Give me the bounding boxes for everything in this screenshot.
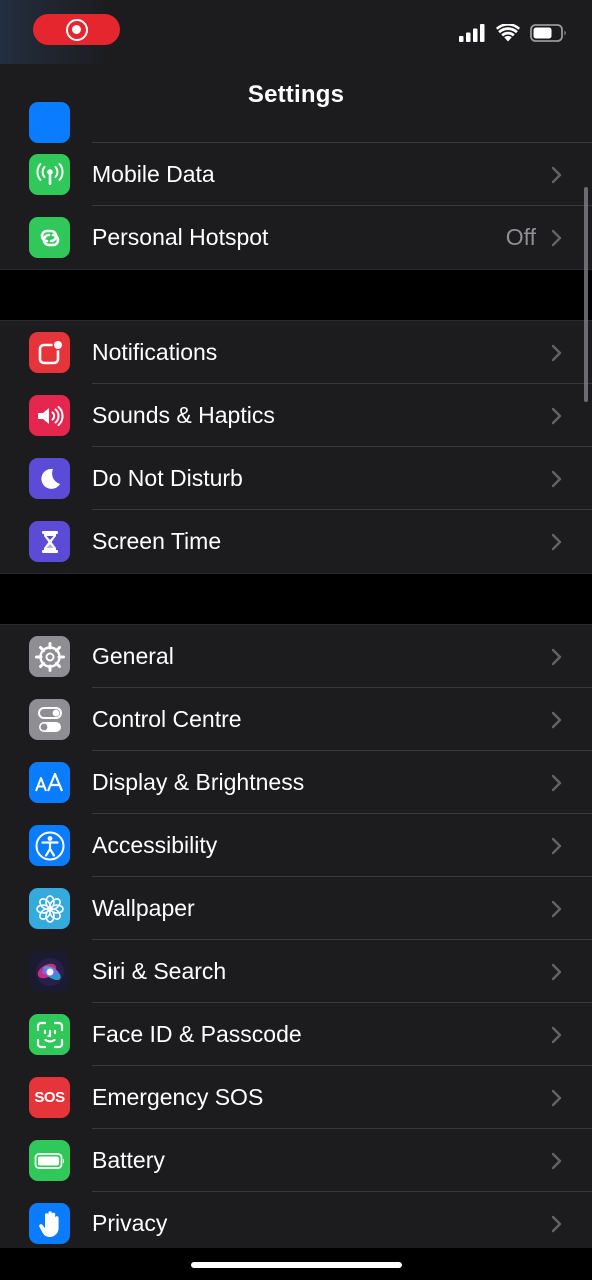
- row-general[interactable]: General: [0, 625, 592, 688]
- battery-level-icon: [29, 1140, 70, 1181]
- chevron-right-icon: [551, 407, 562, 424]
- hotspot-link-icon: [29, 217, 70, 258]
- chevron-right-icon: [551, 774, 562, 791]
- gear-icon: [29, 636, 70, 677]
- antenna-icon: [29, 154, 70, 195]
- chevron-right-icon: [551, 648, 562, 665]
- accessibility-icon: [29, 825, 70, 866]
- navigation-header: Settings: [0, 64, 592, 127]
- chevron-right-icon: [551, 711, 562, 728]
- row-label: Mobile Data: [92, 161, 215, 187]
- chevron-right-icon: [551, 1026, 562, 1043]
- row-label: Display & Brightness: [92, 769, 305, 795]
- page-title: Settings: [247, 81, 345, 108]
- row-label: Privacy: [92, 1210, 168, 1236]
- face-id-icon: [29, 1014, 70, 1055]
- status-bar: [0, 0, 592, 64]
- row-label: Personal Hotspot: [92, 224, 269, 250]
- notification-badge-icon: [29, 332, 70, 373]
- chevron-right-icon: [551, 1215, 562, 1232]
- chevron-right-icon: [551, 166, 562, 183]
- flower-icon: [29, 888, 70, 929]
- row-label: Battery: [92, 1147, 165, 1173]
- row-notifications[interactable]: Notifications: [0, 321, 592, 384]
- settings-list: Mobile Data Personal Hotspot Off Notific…: [0, 102, 592, 1255]
- home-indicator[interactable]: [191, 1262, 402, 1268]
- chevron-right-icon: [551, 470, 562, 487]
- screen-recording-indicator[interactable]: [33, 14, 120, 45]
- row-screen-time[interactable]: Screen Time: [0, 510, 592, 573]
- record-icon: [65, 18, 88, 41]
- row-emergency-sos[interactable]: SOS Emergency SOS: [0, 1066, 592, 1129]
- hand-icon: [29, 1203, 70, 1244]
- row-display-brightness[interactable]: Display & Brightness: [0, 751, 592, 814]
- row-label: Screen Time: [92, 528, 222, 554]
- row-mobile-data[interactable]: Mobile Data: [0, 143, 592, 206]
- row-personal-hotspot[interactable]: Personal Hotspot Off: [0, 206, 592, 269]
- row-siri-search[interactable]: Siri & Search: [0, 940, 592, 1003]
- chevron-right-icon: [551, 837, 562, 854]
- scroll-indicator[interactable]: [584, 187, 588, 402]
- row-privacy[interactable]: Privacy: [0, 1192, 592, 1255]
- battery-icon: [530, 24, 566, 42]
- row-label: Wallpaper: [92, 895, 195, 921]
- row-do-not-disturb[interactable]: Do Not Disturb: [0, 447, 592, 510]
- moon-icon: [29, 458, 70, 499]
- row-label: Face ID & Passcode: [92, 1021, 302, 1047]
- chevron-right-icon: [551, 900, 562, 917]
- row-value: Off: [505, 224, 536, 250]
- row-label: Accessibility: [92, 832, 218, 858]
- row-accessibility[interactable]: Accessibility: [0, 814, 592, 877]
- speaker-icon: [29, 395, 70, 436]
- row-face-id-passcode[interactable]: Face ID & Passcode: [0, 1003, 592, 1066]
- status-icons: [459, 24, 568, 42]
- partial-row-above: [0, 102, 592, 143]
- chevron-right-icon: [551, 1152, 562, 1169]
- text-size-icon: [29, 762, 70, 803]
- settings-group-connectivity: Mobile Data Personal Hotspot Off: [0, 102, 592, 269]
- siri-icon: [29, 951, 70, 992]
- wifi-icon: [496, 24, 520, 42]
- row-label: General: [92, 643, 174, 669]
- settings-group-general: General Control Centre Display & Brightn…: [0, 625, 592, 1255]
- row-label: Sounds & Haptics: [92, 402, 275, 428]
- row-label: Siri & Search: [92, 958, 227, 984]
- sos-icon: SOS: [29, 1077, 70, 1118]
- row-label: Emergency SOS: [92, 1084, 264, 1110]
- sos-icon-text: SOS: [34, 1089, 65, 1106]
- toggles-icon: [29, 699, 70, 740]
- chevron-right-icon: [551, 533, 562, 550]
- chevron-right-icon: [551, 1089, 562, 1106]
- group-gap: [0, 573, 592, 625]
- partial-blue-icon: [29, 102, 70, 143]
- row-label: Notifications: [92, 339, 218, 365]
- row-label: Do Not Disturb: [92, 465, 243, 491]
- row-label: Control Centre: [92, 706, 242, 732]
- chevron-right-icon: [551, 963, 562, 980]
- settings-group-notifications: Notifications Sounds & Haptics Do Not Di…: [0, 321, 592, 573]
- chevron-right-icon: [551, 344, 562, 361]
- group-gap: [0, 269, 592, 321]
- row-wallpaper[interactable]: Wallpaper: [0, 877, 592, 940]
- cellular-signal-icon: [459, 24, 485, 42]
- chevron-right-icon: [551, 229, 562, 246]
- row-battery[interactable]: Battery: [0, 1129, 592, 1192]
- row-control-centre[interactable]: Control Centre: [0, 688, 592, 751]
- hourglass-icon: [29, 521, 70, 562]
- row-sounds-haptics[interactable]: Sounds & Haptics: [0, 384, 592, 447]
